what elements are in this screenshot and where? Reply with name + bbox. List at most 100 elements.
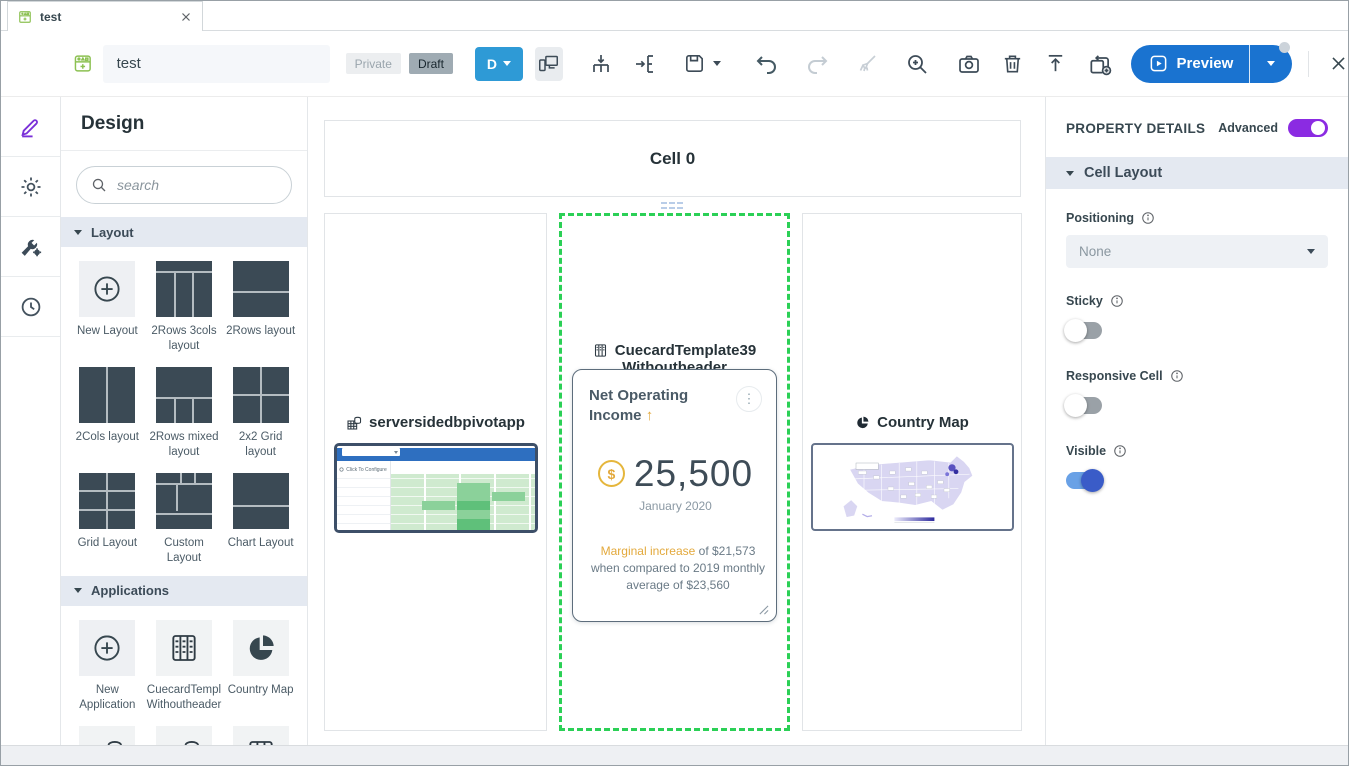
cell-layout-section-header[interactable]: Cell Layout (1046, 157, 1348, 189)
layout-item-grid-layout[interactable]: Grid Layout (71, 473, 144, 566)
currency-coin-icon: $ (598, 460, 625, 487)
canvas-cell-0[interactable]: Cell 0 (324, 120, 1021, 197)
dashboard-canvas[interactable]: Cell 0 serversidedbpivotapp (308, 97, 1045, 747)
play-icon (1149, 54, 1168, 73)
upload-icon (1044, 52, 1067, 75)
layout-item-2cols[interactable]: 2Cols layout (71, 367, 144, 460)
tab-title: test (40, 10, 172, 24)
pivot-thumb-header (337, 448, 535, 461)
delete-button[interactable] (1001, 52, 1024, 75)
redo-button[interactable] (805, 52, 829, 76)
layout-item-2rows[interactable]: 2Rows layout (224, 261, 297, 354)
dashboard-name-input[interactable] (103, 45, 330, 83)
tab-close-icon[interactable] (180, 11, 192, 23)
advanced-toggle[interactable] (1288, 119, 1328, 137)
close-designer-button[interactable] (1329, 54, 1348, 73)
item-label: 2x2 Grid layout (224, 430, 297, 460)
info-icon[interactable] (1170, 369, 1184, 383)
rail-item-settings[interactable] (1, 157, 60, 217)
device-preview-button[interactable] (535, 47, 563, 81)
responsive-label-row: Responsive Cell (1066, 369, 1328, 383)
layout-item-new-layout[interactable]: New Layout (71, 261, 144, 354)
rail-item-history[interactable] (1, 277, 60, 337)
dashboard-tab-icon (18, 10, 32, 24)
app-item-accordion[interactable]: Accordion - (224, 726, 297, 748)
sticky-label: Sticky (1066, 294, 1103, 308)
save-button-group[interactable] (683, 52, 721, 75)
cuecard-note-highlight: Marginal increase (601, 544, 696, 558)
datasource-dropdown-button[interactable]: D (475, 47, 523, 81)
merge-cells-button[interactable] (589, 52, 613, 76)
pivot-widget-thumbnail[interactable]: Click To Configure (334, 443, 538, 533)
applications-section-header[interactable]: Applications (61, 576, 307, 606)
status-bar (1, 745, 1348, 765)
redo-icon (805, 52, 829, 76)
preview-button[interactable]: Preview (1131, 45, 1251, 83)
layout-item-2rows-mixed[interactable]: 2Rows mixed layout (147, 367, 220, 460)
widget-list-button[interactable] (633, 52, 657, 76)
canvas-cell-pivot[interactable]: serversidedbpivotapp Click To Configure (324, 213, 547, 731)
chevron-down-icon (503, 61, 511, 66)
map-widget-label-row: Country Map (803, 414, 1021, 431)
rail-item-widgets[interactable] (1, 217, 60, 277)
toolbar: Private Draft D (1, 31, 1348, 97)
layout-thumbnail (233, 261, 289, 317)
save-options-chevron-icon[interactable] (713, 61, 721, 66)
layout-section-header[interactable]: Layout (61, 217, 307, 247)
cuecard-widget-label: CuecardTemplate39 (615, 342, 756, 359)
canvas-cell-map[interactable]: Country Map (802, 213, 1022, 731)
item-label: CuecardTempl Withoutheader (147, 683, 222, 713)
info-icon[interactable] (1110, 294, 1124, 308)
widget-resize-handle[interactable] (758, 604, 769, 615)
responsive-cell-toggle[interactable] (1066, 397, 1102, 414)
layout-item-custom-layout[interactable]: Custom Layout (147, 473, 220, 566)
sticky-toggle[interactable] (1066, 322, 1102, 339)
layout-item-2x2-grid[interactable]: 2x2 Grid layout (224, 367, 297, 460)
datasource-dropdown-label: D (487, 56, 497, 72)
preview-button-group[interactable]: Preview (1131, 45, 1293, 83)
row-resize-handle[interactable] (661, 202, 683, 209)
responsive-cell-label: Responsive Cell (1066, 369, 1163, 383)
applications-section-label: Applications (91, 583, 169, 598)
duplicate-widget-button[interactable] (1087, 51, 1113, 77)
app-item-pivot-table[interactable]: Pivot Table (147, 726, 220, 748)
canvas-cell-cuecard-selected[interactable]: CuecardTemplate39 Withoutheader Net Oper… (559, 213, 790, 731)
app-item-new-application[interactable]: New Application (71, 620, 144, 713)
app-item-heatmap[interactable]: Heatmap (71, 726, 144, 748)
copy-add-icon (1087, 51, 1113, 77)
dashboard-app-icon (73, 50, 93, 77)
chevron-down-icon (74, 588, 82, 593)
layout-item-chart-layout[interactable]: Chart Layout (224, 473, 297, 566)
responsive-device-icon (538, 53, 559, 74)
app-item-country-map[interactable]: Country Map (224, 620, 297, 713)
positioning-label-row: Positioning (1066, 211, 1328, 225)
publish-button[interactable] (1044, 52, 1067, 75)
table-columns-icon (593, 343, 608, 358)
app-item-cuecard-template[interactable]: CuecardTempl Withoutheader (147, 620, 220, 713)
clear-canvas-button[interactable] (855, 52, 879, 76)
info-icon[interactable] (1141, 211, 1155, 225)
undo-button[interactable] (755, 52, 779, 76)
rail-item-design[interactable] (1, 97, 60, 157)
map-widget-thumbnail[interactable] (811, 443, 1014, 531)
table-columns-icon (233, 726, 289, 748)
layout-item-2rows-3cols[interactable]: 2Rows 3cols layout (147, 261, 220, 354)
positioning-dropdown[interactable]: None (1066, 235, 1328, 268)
cuecard-menu-button[interactable]: ⋮ (736, 386, 762, 412)
item-label: 2Rows layout (226, 324, 295, 339)
zoom-in-icon (905, 52, 929, 76)
toolbar-divider (1308, 51, 1309, 77)
undo-icon (755, 52, 779, 76)
info-icon[interactable] (1113, 444, 1127, 458)
pivot-widget-label-row: serversidedbpivotapp (325, 414, 546, 431)
broom-icon (855, 52, 879, 76)
screenshot-button[interactable] (957, 52, 981, 76)
positioning-value: None (1079, 244, 1111, 259)
item-label: Custom Layout (147, 536, 220, 566)
visible-toggle[interactable] (1066, 472, 1102, 489)
zoom-button[interactable] (905, 52, 929, 76)
merge-icon (589, 52, 613, 76)
dashboard-tab[interactable]: test (7, 1, 203, 31)
search-input[interactable] (76, 166, 292, 204)
cuecard-widget[interactable]: Net Operating Income ↑ ⋮ $ 25,500 Januar… (572, 369, 777, 622)
